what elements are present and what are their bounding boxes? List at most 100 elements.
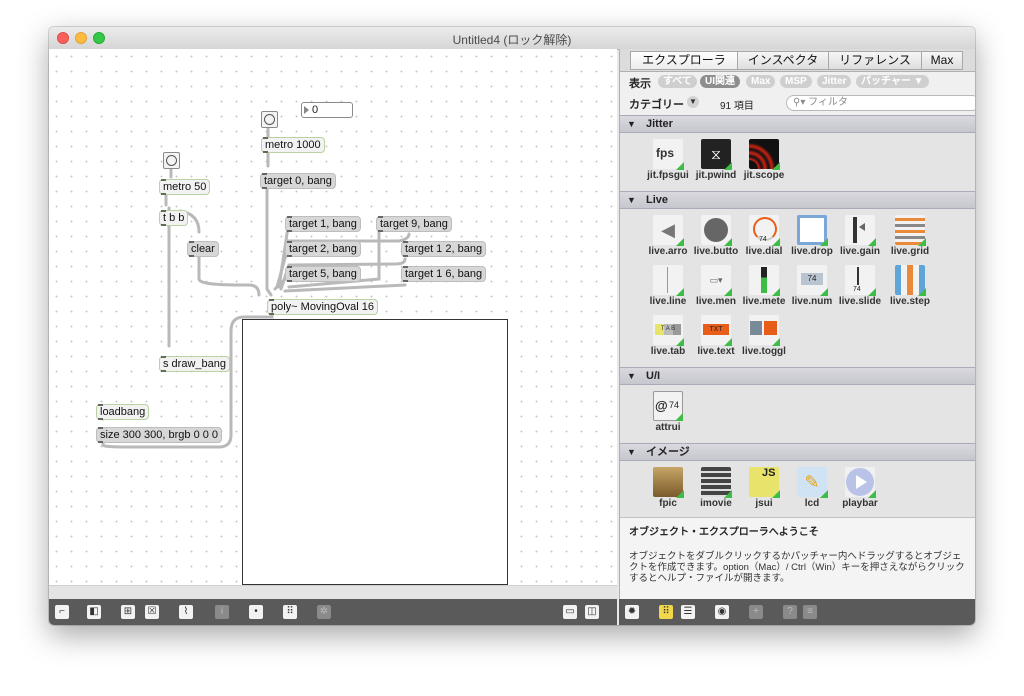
patcher-canvas[interactable]: 0 metro 1000 target 0, bang metro 50 t b…	[49, 49, 617, 599]
list-item[interactable]: live.toggl	[740, 315, 788, 357]
button-icon	[701, 215, 732, 246]
menu-icon[interactable]: ≡	[803, 605, 817, 619]
number-box[interactable]: 0	[301, 102, 353, 118]
target-16-message[interactable]: target 1 6, bang	[401, 266, 487, 282]
list-item[interactable]: ⧖ jit.pwind	[692, 139, 740, 181]
section-ui[interactable]: ▼ U/I	[620, 367, 975, 385]
drop-icon	[797, 215, 828, 246]
list-item[interactable]: 74 live.dial	[740, 215, 788, 257]
max-patcher-window: Untitled4 (ロック解除) 0 metro 1000 target 0,…	[49, 27, 975, 625]
step-icon	[895, 265, 926, 296]
tbb-object[interactable]: t b b	[159, 210, 189, 226]
list-item[interactable]: live.step	[886, 265, 934, 307]
filter-ui[interactable]: UI関連	[700, 75, 740, 88]
eye-icon[interactable]: ◉	[715, 605, 729, 619]
metro-50-object[interactable]: metro 50	[159, 179, 211, 195]
lock-icon[interactable]: ⌐	[55, 605, 69, 619]
pencil-icon: ✎	[797, 467, 828, 498]
list-item[interactable]: live.gain	[836, 215, 884, 257]
attrui-icon: @74	[653, 391, 683, 421]
play-icon	[845, 467, 876, 498]
filter-jitter[interactable]: Jitter	[817, 75, 852, 88]
tool-icon[interactable]: ✲	[317, 605, 331, 619]
metro-1000-object[interactable]: metro 1000	[261, 137, 325, 153]
section-live[interactable]: ▼ Live	[620, 191, 975, 209]
size-message[interactable]: size 300 300, brgb 0 0 0	[96, 427, 223, 443]
grid-view-icon[interactable]: ⠿	[659, 605, 673, 619]
clear-message[interactable]: clear	[187, 241, 219, 257]
text-icon: TXT	[701, 315, 732, 346]
list-item[interactable]: 74 live.num	[788, 265, 836, 307]
title-bar[interactable]: Untitled4 (ロック解除)	[49, 27, 975, 50]
button-bang-1[interactable]	[261, 111, 278, 128]
panel-right-icon[interactable]: ◫	[585, 605, 599, 619]
target-5-message[interactable]: target 5, bang	[285, 266, 361, 282]
list-item[interactable]: live.butto	[692, 215, 740, 257]
graph-icon[interactable]: ⌇	[179, 605, 193, 619]
list-item[interactable]: jit.scope	[740, 139, 788, 181]
list-item[interactable]: playbar	[836, 467, 884, 509]
list-item[interactable]: live.grid	[886, 215, 934, 257]
horizontal-scrollbar[interactable]	[49, 585, 617, 600]
settings-gear-icon[interactable]: ✹	[625, 605, 639, 619]
filter-all[interactable]: すべて	[658, 75, 697, 88]
help-icon[interactable]: ?	[783, 605, 797, 619]
grid-snap-icon[interactable]: •	[249, 605, 263, 619]
loadbang-object[interactable]: loadbang	[96, 404, 150, 420]
gain-icon	[845, 215, 876, 246]
section-jitter[interactable]: ▼ Jitter	[620, 115, 975, 133]
tab-explorer[interactable]: エクスプローラ	[630, 51, 738, 70]
category-label: カテゴリー	[629, 99, 684, 111]
list-item[interactable]: ✎ lcd	[788, 467, 836, 509]
picture-icon	[653, 467, 684, 498]
list-item[interactable]: ▭▾ live.men	[692, 265, 740, 307]
filter-patcher[interactable]: パッチャー ▼	[856, 75, 929, 88]
list-item[interactable]: live.mete	[740, 265, 788, 307]
close-patch-icon[interactable]: ☒	[145, 605, 159, 619]
collapse-triangle-icon: ▼	[627, 195, 636, 205]
panel-bottom-icon[interactable]: ▭	[563, 605, 577, 619]
list-item[interactable]: 74 live.slide	[836, 265, 884, 307]
list-item[interactable]: T A B live.tab	[644, 315, 692, 357]
presentation-icon[interactable]: ◧	[87, 605, 101, 619]
target-9-message[interactable]: target 9, bang	[376, 216, 452, 232]
info-icon[interactable]: i	[215, 605, 229, 619]
tab-inspector[interactable]: インスペクタ	[737, 51, 829, 70]
list-item[interactable]: fps jit.fpsgui	[644, 139, 692, 181]
target-0-message[interactable]: target 0, bang	[260, 173, 336, 189]
object-list[interactable]: ▼ Jitter fps jit.fpsgui ⧖ jit.pwind jit.s…	[620, 115, 975, 517]
section-image[interactable]: ▼ イメージ	[620, 443, 975, 461]
list-item[interactable]: imovie	[692, 467, 740, 509]
list-item[interactable]: @74 attrui	[644, 391, 692, 433]
list-view-icon[interactable]: ☰	[681, 605, 695, 619]
tab-max[interactable]: Max	[921, 51, 963, 70]
list-item[interactable]: live.line	[644, 265, 692, 307]
target-1-message[interactable]: target 1, bang	[285, 216, 361, 232]
grid-icon[interactable]: ⠿	[283, 605, 297, 619]
target-2-message[interactable]: target 2, bang	[285, 241, 361, 257]
list-item[interactable]: ◀ live.arro	[644, 215, 692, 257]
list-item[interactable]: JS jsui	[740, 467, 788, 509]
filter-max[interactable]: Max	[746, 75, 776, 88]
filter-msp[interactable]: MSP	[780, 75, 812, 88]
arrow-icon: ◀	[653, 215, 684, 246]
category-dropdown-button[interactable]: ▼	[687, 96, 699, 108]
list-item[interactable]: live.drop	[788, 215, 836, 257]
target-12-message[interactable]: target 1 2, bang	[401, 241, 487, 257]
welcome-title: オブジェクト・エクスプローラへようこそ	[629, 527, 819, 538]
tab-reference[interactable]: リファレンス	[828, 51, 922, 70]
welcome-text: オブジェクトをダブルクリックするかパッチャー内へドラッグするとオブジェクトを作成…	[629, 551, 965, 584]
scope-icon	[749, 139, 780, 170]
collapse-triangle-icon: ▼	[627, 371, 636, 381]
lcd-display[interactable]	[242, 319, 508, 585]
list-item[interactable]: fpic	[644, 467, 692, 509]
debug-icon[interactable]: ⊞	[121, 605, 135, 619]
dial-icon: 74	[749, 215, 780, 246]
poly-moving-oval-object[interactable]: poly~ MovingOval 16	[267, 299, 379, 315]
button-bang-2[interactable]	[163, 152, 180, 169]
add-icon[interactable]: +	[749, 605, 763, 619]
search-input[interactable]: ⚲▾ フィルタ	[786, 95, 975, 111]
collapse-triangle-icon: ▼	[627, 447, 636, 457]
send-draw-bang-object[interactable]: s draw_bang	[159, 356, 230, 372]
list-item[interactable]: TXT live.text	[692, 315, 740, 357]
